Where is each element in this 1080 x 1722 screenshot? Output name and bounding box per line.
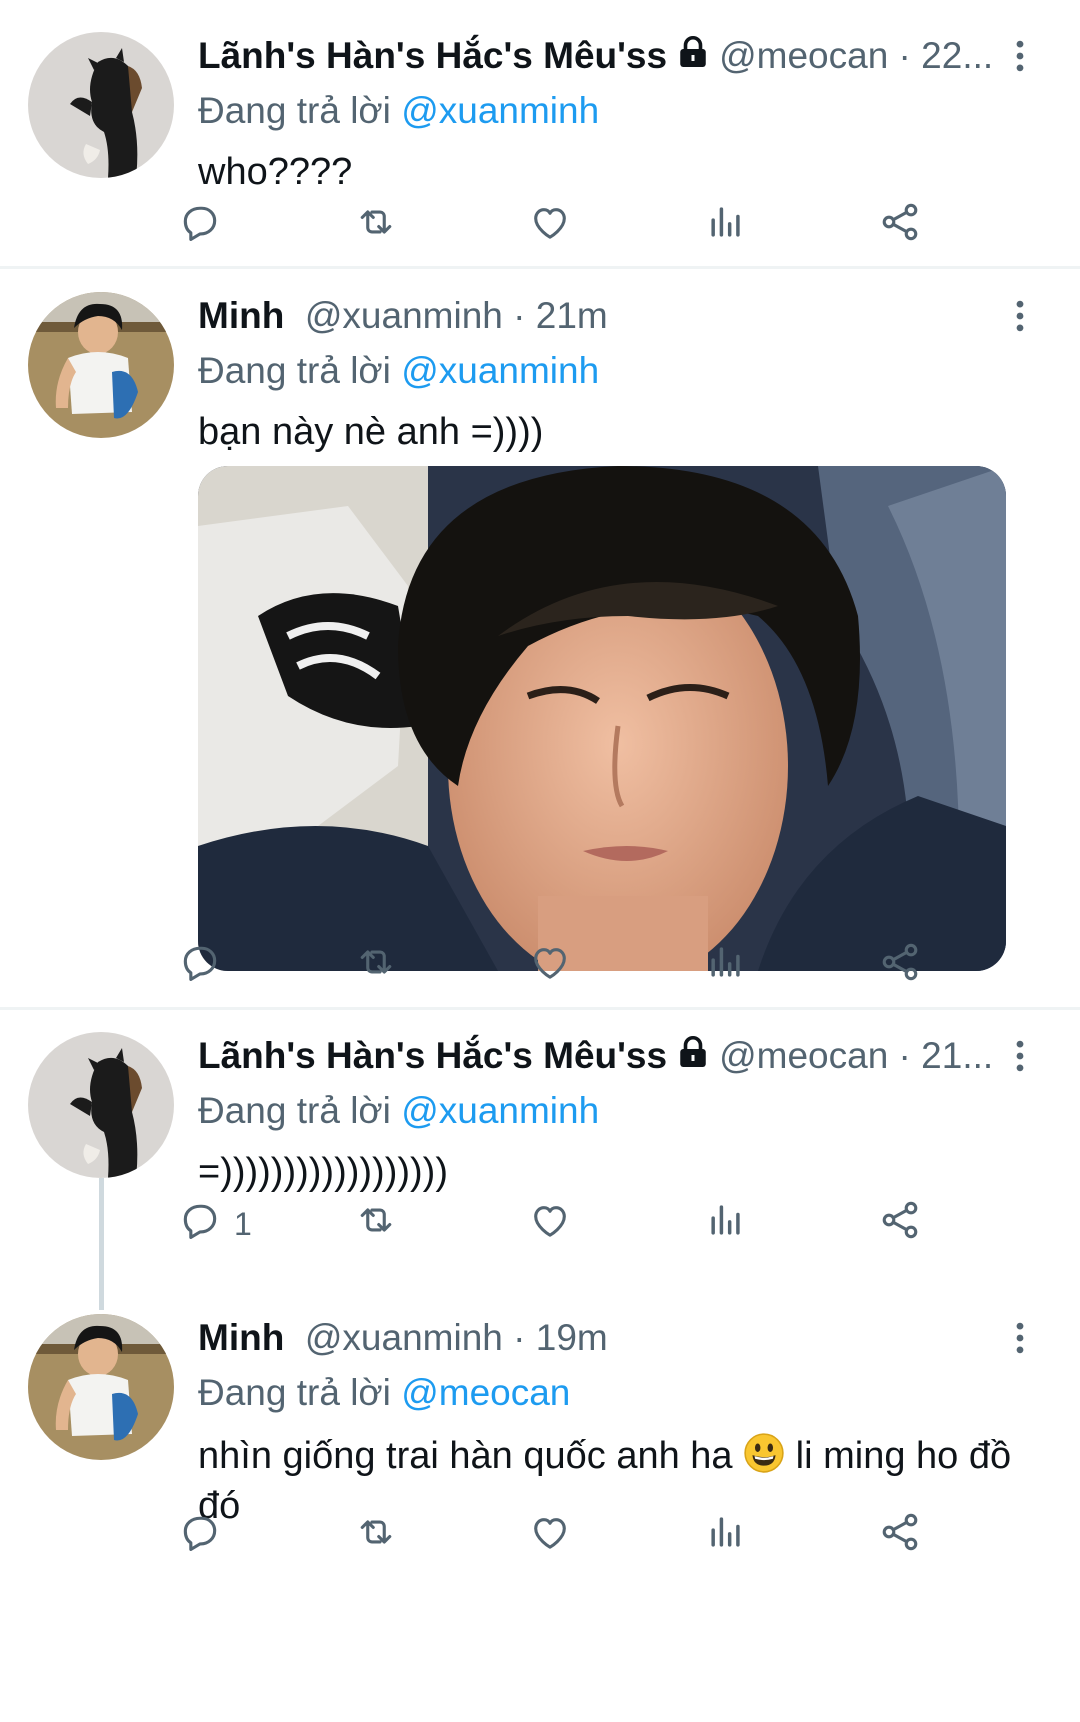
share-button[interactable] [878, 936, 922, 996]
retweet-icon [354, 940, 398, 992]
like-button[interactable] [528, 1194, 572, 1254]
retweet-button[interactable] [354, 1194, 398, 1254]
tweet-4[interactable]: Minh @xuanminh · 19m Đang trả lời @meoca… [0, 1282, 1080, 1722]
views-button[interactable] [704, 196, 748, 256]
separator: · [502, 295, 536, 336]
tweet-text: =)))))))))))))))))) [198, 1151, 448, 1193]
reply-icon [178, 1198, 222, 1250]
replying-to: Đang trả lời @xuanminh [198, 1086, 1040, 1136]
handle[interactable]: @meocan [719, 1035, 888, 1076]
retweet-icon [354, 1198, 398, 1250]
retweet-icon [354, 200, 398, 252]
more-icon[interactable] [1000, 26, 1040, 86]
tweet-2[interactable]: Minh @xuanminh · 21m Đang trả lời @xuanm… [0, 270, 1080, 1008]
timestamp[interactable]: 19m [536, 1317, 608, 1358]
lock-icon [675, 1028, 711, 1086]
reply-icon [178, 940, 222, 992]
like-icon [528, 200, 572, 252]
views-icon [704, 1198, 748, 1250]
views-icon [704, 1510, 748, 1562]
replying-to-label: Đang trả lời [198, 350, 402, 391]
views-button[interactable] [704, 1506, 748, 1566]
mention-link[interactable]: @meocan [401, 1372, 570, 1413]
share-icon [878, 1198, 922, 1250]
display-name[interactable]: Minh [198, 1317, 284, 1358]
handle[interactable]: @xuanminh [305, 1317, 503, 1358]
mention-link[interactable]: @xuanminh [401, 90, 599, 131]
reply-button[interactable] [178, 1506, 234, 1566]
reply-button[interactable]: 1 [178, 1194, 252, 1254]
reply-button[interactable] [178, 196, 234, 256]
retweet-icon [354, 1510, 398, 1562]
separator: · [888, 1035, 922, 1076]
more-icon[interactable] [1000, 1308, 1040, 1368]
reply-icon [178, 1510, 222, 1562]
display-name[interactable]: Minh [198, 295, 284, 336]
reply-button[interactable] [178, 936, 234, 996]
like-button[interactable] [528, 936, 572, 996]
avatar[interactable] [28, 1032, 174, 1178]
lock-icon [675, 28, 711, 86]
retweet-button[interactable] [354, 1506, 398, 1566]
separator: · [888, 35, 922, 76]
display-name[interactable]: Lãnh's Hàn's Hắc's Mêu'ss [198, 35, 667, 76]
replying-to: Đang trả lời @xuanminh [198, 86, 1040, 136]
avatar[interactable] [28, 1314, 174, 1460]
handle[interactable]: @xuanminh [305, 295, 503, 336]
retweet-button[interactable] [354, 936, 398, 996]
replying-to-label: Đang trả lời [198, 90, 402, 131]
more-icon[interactable] [1000, 286, 1040, 346]
tweet-1[interactable]: Lãnh's Hàn's Hắc's Mêu'ss @meocan · 22...… [0, 0, 1080, 268]
share-icon [878, 200, 922, 252]
timestamp[interactable]: 21m [536, 295, 608, 336]
divider [0, 266, 1080, 269]
reply-count: 1 [234, 1205, 252, 1242]
replying-to: Đang trả lời @meocan [198, 1368, 1040, 1418]
like-icon [528, 940, 572, 992]
like-icon [528, 1510, 572, 1562]
mention-link[interactable]: @xuanminh [401, 1090, 599, 1131]
like-button[interactable] [528, 196, 572, 256]
tweet-text: who???? [198, 151, 353, 193]
replying-to-label: Đang trả lời [198, 1372, 402, 1413]
timestamp[interactable]: 22... [921, 35, 993, 76]
tweet-text-part-1: nhìn giống trai hàn quốc anh ha [198, 1435, 744, 1477]
more-icon[interactable] [1000, 1026, 1040, 1086]
tweet-photo[interactable] [198, 466, 1006, 971]
share-button[interactable] [878, 196, 922, 256]
tweet-text: bạn này nè anh =)))) [198, 411, 544, 453]
like-icon [528, 1198, 572, 1250]
timestamp[interactable]: 21... [921, 1035, 993, 1076]
views-icon [704, 200, 748, 252]
handle[interactable]: @meocan [719, 35, 888, 76]
avatar[interactable] [28, 292, 174, 438]
grinning-face-emoji [743, 1432, 785, 1484]
share-icon [878, 1510, 922, 1562]
avatar[interactable] [28, 32, 174, 178]
views-button[interactable] [704, 936, 748, 996]
share-button[interactable] [878, 1194, 922, 1254]
views-button[interactable] [704, 1194, 748, 1254]
replying-to: Đang trả lời @xuanminh [198, 346, 1040, 396]
tweet-3[interactable]: Lãnh's Hàn's Hắc's Mêu'ss @meocan · 21...… [0, 1010, 1080, 1282]
share-icon [878, 940, 922, 992]
separator: · [502, 1317, 536, 1358]
replying-to-label: Đang trả lời [198, 1090, 402, 1131]
mention-link[interactable]: @xuanminh [401, 350, 599, 391]
views-icon [704, 940, 748, 992]
display-name[interactable]: Lãnh's Hàn's Hắc's Mêu'ss [198, 1035, 667, 1076]
like-button[interactable] [528, 1506, 572, 1566]
share-button[interactable] [878, 1506, 922, 1566]
retweet-button[interactable] [354, 196, 398, 256]
reply-icon [178, 200, 222, 252]
